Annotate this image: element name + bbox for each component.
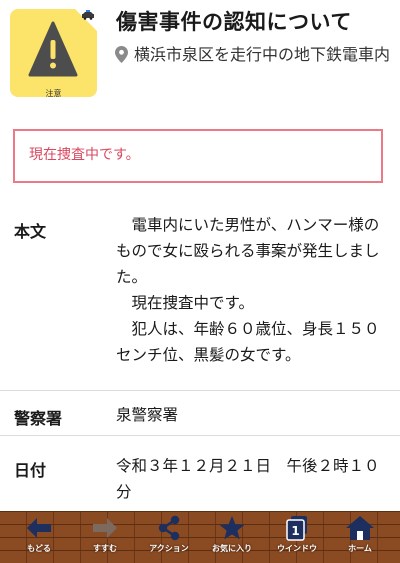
- share-icon: [158, 515, 180, 541]
- body-label: 本文: [14, 222, 47, 241]
- detail-row-station: 警察署 泉警察署: [0, 390, 400, 436]
- favorites-label: お気に入り: [212, 544, 252, 553]
- back-button[interactable]: もどる: [6, 515, 72, 561]
- status-text: 現在捜査中です。: [29, 147, 140, 163]
- home-label: ホーム: [348, 544, 372, 553]
- station-label: 警察署: [14, 409, 63, 428]
- alert-category-label: 注意: [45, 89, 62, 97]
- body-paragraph: 犯人は、年齢６０歳位、身長１５０センチ位、黒髪の女です。: [116, 320, 380, 364]
- bottom-toolbar: もどる すすむ アクション お気に入り 1 ウインドウ ホーム: [0, 511, 400, 563]
- police-car-icon: [82, 10, 94, 20]
- status-notice: 現在捜査中です。: [13, 129, 383, 183]
- forward-button[interactable]: すすむ: [72, 515, 138, 561]
- back-label: もどる: [27, 544, 51, 553]
- date-label: 日付: [14, 461, 47, 480]
- body-text: 電車内にいた男性が、ハンマー様のもので女に殴られる事案が発生しました。 現在捜査…: [116, 212, 388, 368]
- action-button[interactable]: アクション: [136, 515, 202, 561]
- window-button[interactable]: 1 ウインドウ: [264, 515, 330, 561]
- action-label: アクション: [149, 544, 189, 553]
- detail-row-body: 本文 電車内にいた男性が、ハンマー様のもので女に殴られる事案が発生しました。 現…: [0, 200, 400, 391]
- page-title: 傷害事件の認知について: [116, 10, 352, 34]
- alert-category-tile: 注意: [10, 9, 97, 97]
- station-value: 泉警察署: [116, 406, 179, 424]
- forward-label: すすむ: [93, 544, 117, 553]
- home-icon: [346, 516, 374, 540]
- home-button[interactable]: ホーム: [327, 515, 393, 561]
- date-value: 令和３年１２月２１日 午後２時１０分: [116, 457, 380, 501]
- location-pin-icon: [115, 46, 128, 63]
- alert-header: 注意 傷害事件の認知について 横浜市泉区を走行中の地下鉄電車内: [0, 0, 400, 112]
- window-count: 1: [291, 524, 299, 538]
- back-arrow-icon: [27, 518, 51, 538]
- body-paragraph: 現在捜査中です。: [131, 294, 254, 312]
- window-label: ウインドウ: [277, 544, 317, 553]
- incident-location: 横浜市泉区を走行中の地下鉄電車内: [134, 45, 391, 64]
- star-icon: [219, 516, 245, 540]
- forward-arrow-icon: [93, 518, 117, 538]
- body-paragraph: 電車内にいた男性が、ハンマー様のもので女に殴られる事案が発生しました。: [116, 216, 380, 286]
- window-count-icon: 1: [286, 516, 307, 541]
- warning-icon: [28, 21, 78, 77]
- detail-row-date: 日付 令和３年１２月２１日 午後２時１０分: [0, 435, 400, 515]
- favorites-button[interactable]: お気に入り: [199, 515, 265, 561]
